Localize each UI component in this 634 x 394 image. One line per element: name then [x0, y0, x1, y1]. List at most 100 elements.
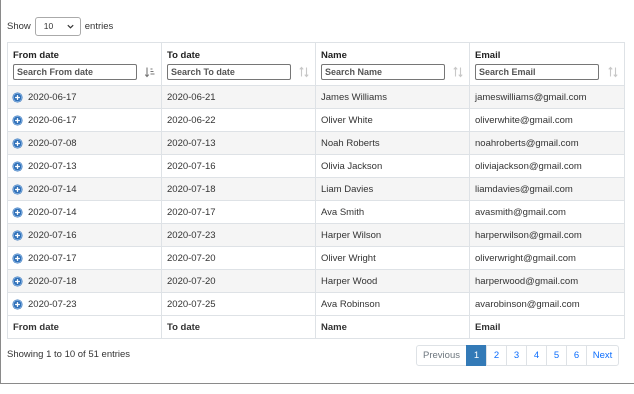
expand-row-icon[interactable] — [12, 160, 23, 172]
table-row: 2020-07-14 2020-07-18 Liam Davies liamdavie… — [7, 177, 625, 201]
table-info: Showing 1 to 10 of 51 entries — [7, 349, 131, 360]
next-page-button[interactable]: Next — [586, 345, 619, 366]
first-cell-content: 2020-07-16 — [12, 229, 156, 241]
table-row: 2020-07-16 2020-07-23 Harper Wilson harperw… — [7, 223, 625, 247]
sort-both-icon[interactable] — [607, 66, 619, 78]
first-cell-content: 2020-06-17 — [12, 114, 156, 126]
table-row: 2020-06-17 2020-06-22 Oliver White oliverwh… — [7, 108, 625, 132]
table-cell: 2020-07-08 — [7, 131, 162, 155]
expand-row-icon[interactable] — [12, 298, 23, 310]
table-cell: 2020-07-18 — [7, 269, 162, 293]
first-cell-content: 2020-07-14 — [12, 206, 156, 218]
cell-text: 2020-07-14 — [28, 183, 77, 195]
page-5-button[interactable]: 5 — [546, 345, 567, 366]
table-cell: 2020-07-14 — [7, 200, 162, 224]
show-label: Show — [7, 20, 31, 32]
cell-text: Olivia Jackson — [321, 160, 383, 172]
table-row: 2020-07-13 2020-07-16 Olivia Jackson olivia… — [7, 154, 625, 178]
first-cell-content: 2020-07-13 — [12, 160, 156, 172]
cell-text: oliverwright@gmail.com — [475, 252, 576, 264]
cell-text: Ava Smith — [321, 206, 365, 218]
cell-text: 2020-06-17 — [28, 114, 77, 126]
expand-row-icon[interactable] — [12, 206, 23, 218]
expand-row-icon[interactable] — [12, 275, 23, 287]
page-4-button[interactable]: 4 — [526, 345, 547, 366]
expand-row-icon[interactable] — [12, 229, 23, 241]
table-cell: 2020-07-20 — [161, 269, 316, 293]
cell-text: Harper Wood — [321, 275, 378, 287]
window-left-border — [0, 0, 1, 384]
page-3-button[interactable]: 3 — [506, 345, 527, 366]
cell-text: oliviajackson@gmail.com — [475, 160, 582, 172]
table-cell: avarobinson@gmail.com — [469, 292, 625, 316]
page-6-button[interactable]: 6 — [566, 345, 587, 366]
footer-cell: To date — [161, 315, 316, 339]
column-filter-row — [13, 64, 156, 80]
sort-ascending-icon[interactable] — [144, 66, 156, 78]
column-search-input[interactable] — [13, 64, 137, 80]
entries-per-page-select[interactable]: 10 — [34, 16, 81, 36]
first-cell-content: 2020-07-18 — [12, 275, 156, 287]
cell-text: 2020-07-20 — [167, 275, 216, 287]
cell-text: jameswilliams@gmail.com — [475, 91, 587, 103]
cell-text: avasmith@gmail.com — [475, 206, 566, 218]
cell-text: Liam Davies — [321, 183, 374, 195]
cell-text: 2020-06-21 — [167, 91, 216, 103]
table-cell: Oliver White — [315, 108, 470, 132]
table-cell: jameswilliams@gmail.com — [469, 85, 625, 109]
cell-text: 2020-07-16 — [28, 229, 77, 241]
previous-page-button[interactable]: Previous — [416, 345, 467, 366]
table-cell: 2020-07-23 — [161, 223, 316, 247]
footer-cell: Email — [469, 315, 625, 339]
cell-text: 2020-07-18 — [167, 183, 216, 195]
table-cell: 2020-07-25 — [161, 292, 316, 316]
cell-text: Oliver White — [321, 114, 373, 126]
table-cell: 2020-07-14 — [7, 177, 162, 201]
table-row: 2020-06-17 2020-06-21 James Williams jamesw… — [7, 85, 625, 109]
column-search-input[interactable] — [321, 64, 445, 80]
first-cell-content: 2020-07-23 — [12, 298, 156, 310]
chevron-down-icon — [66, 22, 75, 31]
entries-length-control: Show 10 entries — [7, 16, 113, 36]
cell-text: 2020-07-20 — [167, 252, 216, 264]
column-header[interactable]: To date — [161, 42, 316, 86]
cell-text: 2020-06-22 — [167, 114, 216, 126]
table-cell: 2020-07-17 — [161, 200, 316, 224]
sort-both-icon[interactable] — [298, 66, 310, 78]
table-cell: Ava Robinson — [315, 292, 470, 316]
column-header[interactable]: Email — [469, 42, 625, 86]
expand-row-icon[interactable] — [12, 183, 23, 195]
first-cell-content: 2020-06-17 — [12, 91, 156, 103]
sort-both-icon[interactable] — [452, 66, 464, 78]
column-header[interactable]: From date — [7, 42, 162, 86]
column-title: Email — [475, 50, 501, 61]
first-cell-content: 2020-07-08 — [12, 137, 156, 149]
cell-text: 2020-07-23 — [28, 298, 77, 310]
cell-text: 2020-07-23 — [167, 229, 216, 241]
column-search-input[interactable] — [475, 64, 599, 80]
footer-row: From date To date Name Email — [7, 315, 625, 339]
expand-row-icon[interactable] — [12, 137, 23, 149]
column-title: From date — [13, 50, 59, 61]
table-cell: Liam Davies — [315, 177, 470, 201]
expand-row-icon[interactable] — [12, 91, 23, 103]
column-header[interactable]: Name — [315, 42, 470, 86]
data-table: From dateTo dateNameEmail 2020-06-172020… — [7, 42, 625, 339]
footer-cell: Name — [315, 315, 470, 339]
table-cell: harperwilson@gmail.com — [469, 223, 625, 247]
cell-text: 2020-07-14 — [28, 206, 77, 218]
page-1-button[interactable]: 1 — [466, 345, 487, 366]
cell-text: 2020-07-25 — [167, 298, 216, 310]
table-cell: 2020-06-22 — [161, 108, 316, 132]
page-2-button[interactable]: 2 — [486, 345, 507, 366]
cell-text: 2020-06-17 — [28, 91, 77, 103]
expand-row-icon[interactable] — [12, 114, 23, 126]
cell-text: Harper Wilson — [321, 229, 382, 241]
expand-row-icon[interactable] — [12, 252, 23, 264]
table-cell: 2020-07-13 — [7, 154, 162, 178]
table-cell: 2020-07-17 — [7, 246, 162, 270]
column-search-input[interactable] — [167, 64, 291, 80]
column-title: To date — [167, 50, 201, 61]
table-cell: 2020-06-21 — [161, 85, 316, 109]
cell-text: James Williams — [321, 91, 387, 103]
